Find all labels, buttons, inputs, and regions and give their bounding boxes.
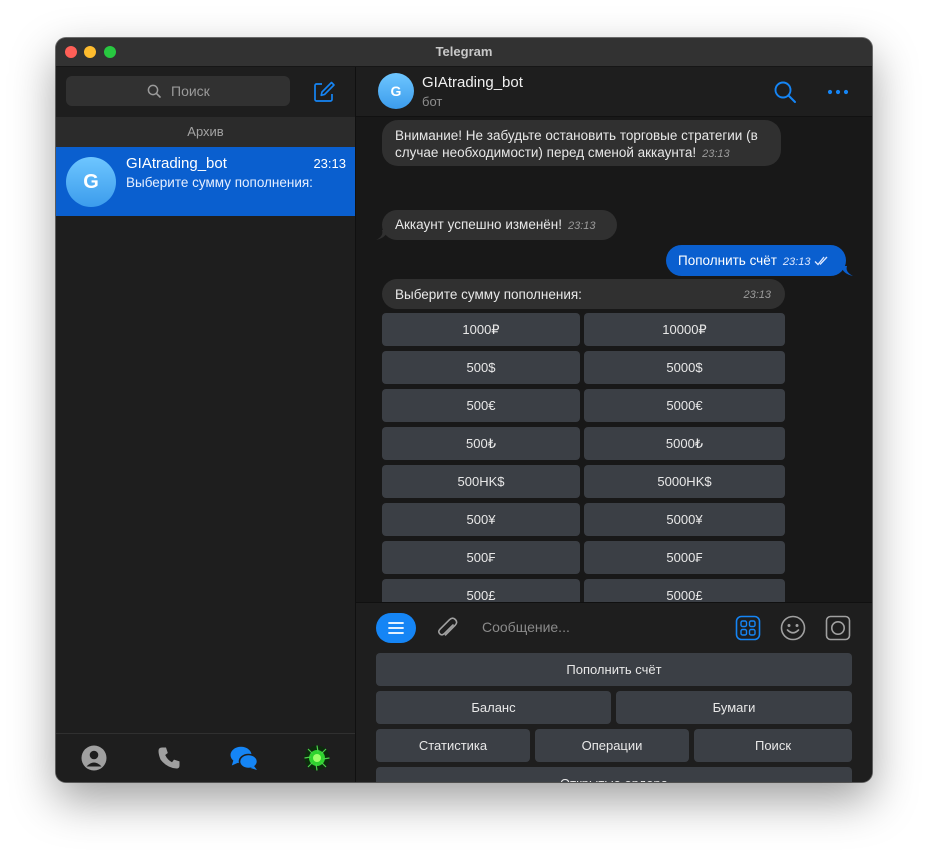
- message-time: 23:13: [743, 289, 771, 301]
- inline-button[interactable]: 500¥: [382, 503, 580, 536]
- inline-button[interactable]: 500₺: [382, 427, 580, 460]
- read-checkmarks-icon: [814, 256, 828, 266]
- chat-time: 23:13: [313, 156, 346, 171]
- settings-icon[interactable]: [303, 744, 331, 772]
- video-message-icon[interactable]: [825, 615, 851, 641]
- message-bubble-outgoing: Пополнить счёт 23:13: [666, 245, 846, 276]
- message-text: Аккаунт успешно изменён!: [395, 217, 563, 232]
- chat-list-item[interactable]: G GIAtrading_bot 23:13 Выберите сумму по…: [56, 147, 355, 216]
- chat-panel: G GIAtrading_bot бот Внимание! Не забудь…: [356, 67, 872, 782]
- chat-subtitle: бот: [422, 94, 443, 109]
- compose-icon[interactable]: [312, 80, 336, 104]
- more-icon[interactable]: [826, 82, 850, 102]
- bot-menu-button[interactable]: [376, 613, 416, 643]
- window-title: Telegram: [435, 44, 493, 59]
- menu-icon: [388, 622, 404, 634]
- sidebar: Поиск Архив G GIAtrading_bot 23:13 Выбер…: [56, 67, 356, 782]
- inline-button[interactable]: 5000¥: [584, 503, 785, 536]
- chats-icon[interactable]: [229, 744, 259, 772]
- avatar[interactable]: G: [378, 73, 414, 109]
- search-icon: [147, 84, 161, 98]
- message-text: Выберите сумму пополнения:: [395, 287, 582, 302]
- inline-button[interactable]: 5000₺: [584, 427, 785, 460]
- search-field[interactable]: Поиск: [66, 76, 290, 106]
- avatar: G: [66, 157, 116, 207]
- reply-button-balance[interactable]: Баланс: [376, 691, 611, 724]
- message-time: 23:13: [702, 148, 730, 160]
- chat-preview: Выберите сумму пополнения:: [126, 175, 313, 190]
- reply-button-operations[interactable]: Операции: [535, 729, 689, 762]
- inline-button[interactable]: 500€: [382, 389, 580, 422]
- inline-button[interactable]: 500₣: [382, 541, 580, 574]
- reply-button-securities[interactable]: Бумаги: [616, 691, 852, 724]
- tab-bar: [56, 733, 355, 782]
- inline-button[interactable]: 500HK$: [382, 465, 580, 498]
- inline-button[interactable]: 5000₣: [584, 541, 785, 574]
- inline-button[interactable]: 5000$: [584, 351, 785, 384]
- message-time: 23:13: [568, 220, 596, 232]
- chat-header: G GIAtrading_bot бот: [356, 67, 872, 117]
- composer: Сообщение... Пополнить счёт Баланс Бумаг…: [356, 602, 872, 782]
- reply-button-search[interactable]: Поиск: [694, 729, 852, 762]
- message-time: 23:13: [782, 256, 811, 268]
- attach-icon[interactable]: [434, 614, 460, 642]
- calls-icon[interactable]: [155, 744, 183, 772]
- inline-button[interactable]: 5000€: [584, 389, 785, 422]
- bot-commands-icon[interactable]: [735, 615, 761, 641]
- inline-button[interactable]: 1000₽: [382, 313, 580, 346]
- bubble-tail: [376, 230, 388, 240]
- chat-name: GIAtrading_bot: [126, 155, 227, 172]
- inline-button[interactable]: 500$: [382, 351, 580, 384]
- archive-row[interactable]: Архив: [56, 117, 355, 147]
- message-input[interactable]: Сообщение...: [482, 619, 570, 635]
- reply-button-statistics[interactable]: Статистика: [376, 729, 530, 762]
- message-bubble: Выберите сумму пополнения: 23:13: [382, 279, 785, 309]
- telegram-window: Telegram Поиск Архив G GIAtrading_bot 23…: [56, 38, 872, 782]
- emoji-icon[interactable]: [780, 615, 806, 641]
- reply-button-top-up[interactable]: Пополнить счёт: [376, 653, 852, 686]
- reply-button-open-orders[interactable]: Открытые ордера: [376, 767, 852, 782]
- message-bubble: Внимание! Не забудьте остановить торговы…: [382, 120, 781, 166]
- bubble-tail: [841, 266, 853, 276]
- contacts-icon[interactable]: [80, 744, 108, 772]
- search-icon[interactable]: [773, 80, 797, 104]
- search-placeholder: Поиск: [171, 83, 210, 99]
- inline-button[interactable]: 10000₽: [584, 313, 785, 346]
- inline-button[interactable]: 5000HK$: [584, 465, 785, 498]
- message-text: Пополнить счёт: [678, 253, 777, 268]
- chat-title[interactable]: GIAtrading_bot: [422, 74, 523, 91]
- title-bar: Telegram: [56, 38, 872, 67]
- message-bubble: Аккаунт успешно изменён! 23:13: [382, 210, 617, 240]
